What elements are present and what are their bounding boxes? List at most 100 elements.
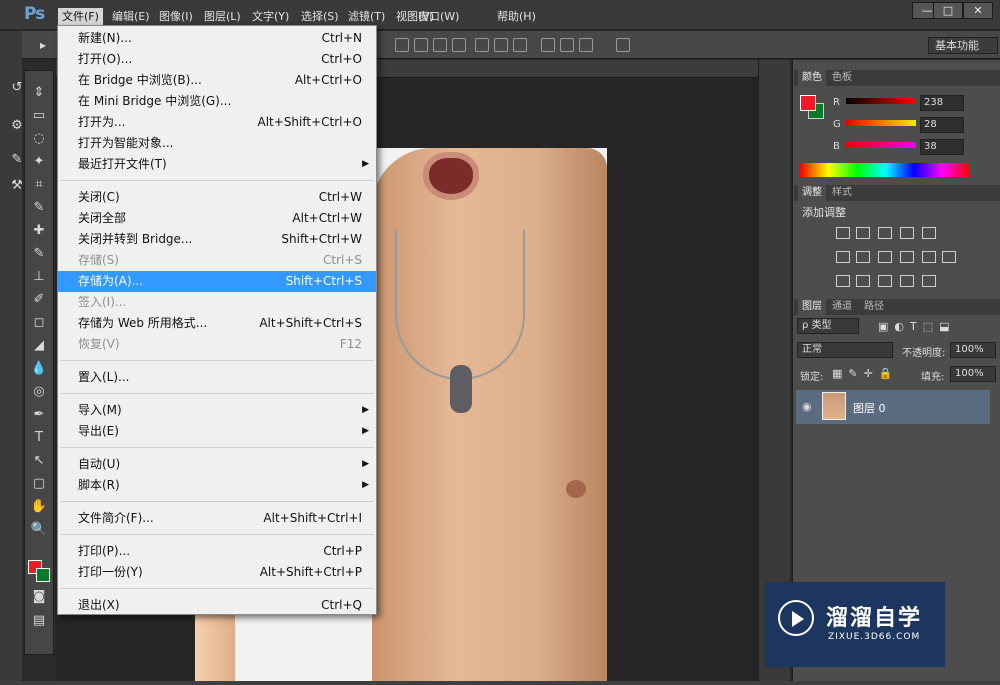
move-tool-icon[interactable]: ⇕ bbox=[28, 84, 50, 102]
file-menu-item-8[interactable]: 关闭全部 Alt+Ctrl+W bbox=[58, 208, 376, 229]
eraser-tool-icon[interactable]: ◻ bbox=[28, 314, 50, 332]
color-spectrum[interactable] bbox=[800, 163, 970, 177]
adjustment-icon-1-5[interactable] bbox=[942, 251, 956, 263]
menu-0[interactable]: 文件(F) bbox=[58, 8, 103, 26]
file-menu-item-2[interactable]: 在 Bridge 中浏览(B)... Alt+Ctrl+O bbox=[58, 70, 376, 91]
channel-b-value[interactable]: 38 bbox=[920, 139, 964, 155]
file-menu-item-23[interactable]: 退出(X) Ctrl+Q bbox=[58, 595, 376, 616]
file-menu-item-16[interactable]: 导入(M) ▶ bbox=[58, 400, 376, 421]
file-menu-item-5[interactable]: 打开为智能对象... bbox=[58, 133, 376, 154]
adjustment-icon-0-4[interactable] bbox=[922, 227, 936, 239]
file-menu-item-3[interactable]: 在 Mini Bridge 中浏览(G)... bbox=[58, 91, 376, 112]
adjustment-icon-1-3[interactable] bbox=[900, 251, 914, 263]
background-color-swatch[interactable] bbox=[36, 568, 50, 582]
align-icon-6[interactable] bbox=[513, 38, 527, 52]
adjustment-icon-2-1[interactable] bbox=[856, 275, 870, 287]
adjustment-icon-1-1[interactable] bbox=[856, 251, 870, 263]
fill-input[interactable]: 100% bbox=[950, 366, 996, 382]
history-icon[interactable]: ↺ bbox=[8, 80, 26, 98]
zoom-tool-icon[interactable]: 🔍 bbox=[28, 521, 50, 539]
adjustment-icon-1-2[interactable] bbox=[878, 251, 892, 263]
tab-adjustments[interactable]: 调整 bbox=[798, 185, 826, 201]
visibility-eye-icon[interactable]: ◉ bbox=[802, 400, 812, 413]
type-tool-icon[interactable]: T bbox=[28, 429, 50, 447]
blend-mode-select[interactable]: 正常 bbox=[797, 342, 893, 358]
channel-r-value[interactable]: 238 bbox=[920, 95, 964, 111]
marquee-tool-icon[interactable]: ▭ bbox=[28, 107, 50, 125]
channel-g-slider[interactable] bbox=[846, 120, 916, 126]
menu-5[interactable]: 选择(S) bbox=[297, 8, 343, 26]
file-menu-item-4[interactable]: 打开为... Alt+Shift+Ctrl+O bbox=[58, 112, 376, 133]
file-menu-item-11[interactable]: 存储为(A)... Shift+Ctrl+S bbox=[58, 271, 376, 292]
file-menu-item-17[interactable]: 导出(E) ▶ bbox=[58, 421, 376, 442]
stamp-tool-icon[interactable]: ⊥ bbox=[28, 268, 50, 286]
file-menu-item-0[interactable]: 新建(N)... Ctrl+N bbox=[58, 28, 376, 49]
tab-color[interactable]: 颜色 bbox=[798, 70, 826, 86]
file-menu-item-13[interactable]: 存储为 Web 所用格式... Alt+Shift+Ctrl+S bbox=[58, 313, 376, 334]
tab-swatches[interactable]: 色板 bbox=[828, 70, 856, 86]
dodge-tool-icon[interactable]: ◎ bbox=[28, 383, 50, 401]
screen-mode-icon[interactable]: ▤ bbox=[28, 612, 50, 630]
menu-4[interactable]: 文字(Y) bbox=[248, 8, 293, 26]
file-menu-item-15[interactable]: 置入(L)... bbox=[58, 367, 376, 388]
layer-name[interactable]: 图层 0 bbox=[853, 400, 886, 416]
adjustment-icon-2-3[interactable] bbox=[900, 275, 914, 287]
align-icon-7[interactable] bbox=[541, 38, 555, 52]
adjustment-icon-2-2[interactable] bbox=[878, 275, 892, 287]
file-menu-item-1[interactable]: 打开(O)... Ctrl+O bbox=[58, 49, 376, 70]
quick-select-tool-icon[interactable]: ✦ bbox=[28, 153, 50, 171]
brush-preset-icon[interactable]: ✎ bbox=[8, 152, 26, 170]
channel-b-slider[interactable] bbox=[846, 142, 916, 148]
move-tool-icon[interactable]: ▸ bbox=[40, 38, 46, 52]
adjustment-icon-1-4[interactable] bbox=[922, 251, 936, 263]
file-menu-item-21[interactable]: 打印(P)... Ctrl+P bbox=[58, 541, 376, 562]
layer-filter-select[interactable]: ρ 类型 bbox=[797, 318, 859, 334]
tab-styles[interactable]: 样式 bbox=[828, 185, 856, 201]
layer-filter-icons[interactable]: ▣◐T⬚⬓ bbox=[878, 320, 956, 333]
align-icon-5[interactable] bbox=[494, 38, 508, 52]
hand-tool-icon[interactable]: ✋ bbox=[28, 498, 50, 516]
lasso-tool-icon[interactable]: ◌ bbox=[28, 130, 50, 148]
adjustment-icon-2-4[interactable] bbox=[922, 275, 936, 287]
align-icon-0[interactable] bbox=[395, 38, 409, 52]
eyedropper-tool-icon[interactable]: ✎ bbox=[28, 199, 50, 217]
align-icon-2[interactable] bbox=[433, 38, 447, 52]
brush-tool-icon[interactable]: ✎ bbox=[28, 245, 50, 263]
history-brush-tool-icon[interactable]: ✐ bbox=[28, 291, 50, 309]
file-menu-item-19[interactable]: 脚本(R) ▶ bbox=[58, 475, 376, 496]
align-icon-4[interactable] bbox=[475, 38, 489, 52]
workspace-switcher[interactable]: 基本功能 bbox=[928, 37, 998, 54]
pen-tool-icon[interactable]: ✒ bbox=[28, 406, 50, 424]
menu-8[interactable]: 窗口(W) bbox=[414, 8, 463, 26]
file-menu-item-6[interactable]: 最近打开文件(T) ▶ bbox=[58, 154, 376, 175]
gradient-tool-icon[interactable]: ◢ bbox=[28, 337, 50, 355]
menu-9[interactable]: 帮助(H) bbox=[493, 8, 540, 26]
adjustment-icon-2-0[interactable] bbox=[836, 275, 850, 287]
adjustment-icon-0-1[interactable] bbox=[856, 227, 870, 239]
opacity-input[interactable]: 100% bbox=[950, 342, 996, 358]
menu-6[interactable]: 滤镜(T) bbox=[344, 8, 389, 26]
file-menu-item-9[interactable]: 关闭并转到 Bridge... Shift+Ctrl+W bbox=[58, 229, 376, 250]
align-icon-10[interactable] bbox=[616, 38, 630, 52]
channel-g-value[interactable]: 28 bbox=[920, 117, 964, 133]
tool-presets-icon[interactable]: ⚒ bbox=[8, 178, 26, 196]
blur-tool-icon[interactable]: 💧 bbox=[28, 360, 50, 378]
align-icon-9[interactable] bbox=[579, 38, 593, 52]
fg-color-chip[interactable] bbox=[800, 95, 816, 111]
file-menu-item-20[interactable]: 文件简介(F)... Alt+Shift+Ctrl+I bbox=[58, 508, 376, 529]
adjustment-icon-0-0[interactable] bbox=[836, 227, 850, 239]
tab-paths[interactable]: 路径 bbox=[860, 299, 888, 315]
align-icon-8[interactable] bbox=[560, 38, 574, 52]
menu-2[interactable]: 图像(I) bbox=[155, 8, 197, 26]
maximize-button[interactable]: □ bbox=[933, 2, 963, 19]
file-menu-item-18[interactable]: 自动(U) ▶ bbox=[58, 454, 376, 475]
crop-tool-icon[interactable]: ⌗ bbox=[28, 176, 50, 194]
file-menu-item-22[interactable]: 打印一份(Y) Alt+Shift+Ctrl+P bbox=[58, 562, 376, 583]
align-icon-1[interactable] bbox=[414, 38, 428, 52]
healing-tool-icon[interactable]: ✚ bbox=[28, 222, 50, 240]
align-icon-3[interactable] bbox=[452, 38, 466, 52]
menu-1[interactable]: 编辑(E) bbox=[108, 8, 154, 26]
close-button[interactable]: ✕ bbox=[963, 2, 993, 19]
tab-channels[interactable]: 通道 bbox=[828, 299, 856, 315]
channel-r-slider[interactable] bbox=[846, 98, 916, 104]
